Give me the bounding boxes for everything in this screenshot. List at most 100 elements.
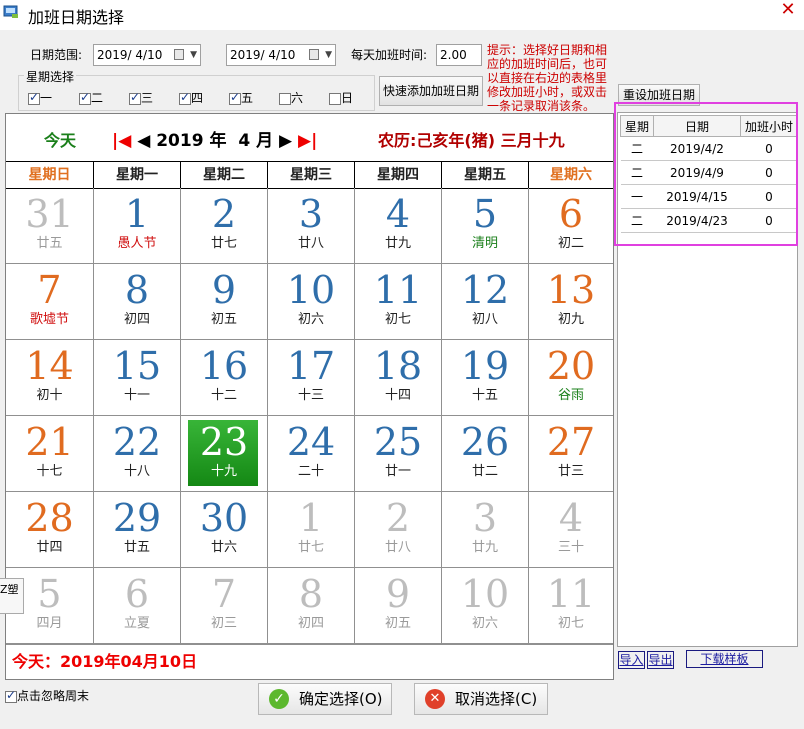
lunar-day: 初八: [471, 312, 498, 327]
day-number: 2: [385, 496, 411, 540]
confirm-button[interactable]: ✓ 确定选择(O): [258, 683, 392, 715]
prev-month-button[interactable]: ◀: [137, 131, 150, 151]
day-cell[interactable]: 2 廿八: [354, 492, 441, 568]
day-cell[interactable]: 1 廿七: [267, 492, 354, 568]
day-cell[interactable]: 4 三十: [528, 492, 613, 568]
ignore-weekend-option[interactable]: 点击忽略周末: [5, 687, 89, 704]
day-cell[interactable]: 22 十八: [93, 416, 180, 492]
calendar-icon: [309, 49, 319, 60]
day-cell[interactable]: 13 初九: [528, 264, 613, 340]
day-cell[interactable]: 4 廿九: [354, 188, 441, 264]
day-number: 6: [558, 192, 584, 236]
weekday-checkbox-thu[interactable]: 四: [179, 89, 203, 106]
day-cell[interactable]: 9 初五: [180, 264, 267, 340]
date-to-picker[interactable]: 2019/ 4/10 ▼: [226, 44, 336, 66]
day-cell[interactable]: 31 廿五: [6, 188, 93, 264]
day-number: 1: [298, 496, 324, 540]
day-cell[interactable]: 9 初五: [354, 568, 441, 644]
weekday-header: 星期六: [528, 162, 613, 188]
checkbox[interactable]: [5, 688, 17, 703]
day-cell[interactable]: 30 廿六: [180, 492, 267, 568]
day-cell[interactable]: 10 初六: [267, 264, 354, 340]
checkbox[interactable]: [179, 90, 191, 105]
last-month-button[interactable]: ▶|: [298, 131, 317, 151]
day-cell[interactable]: 14 初十: [6, 340, 93, 416]
weekday-group-label: 星期选择: [24, 68, 77, 85]
day-cell[interactable]: 17 十三: [267, 340, 354, 416]
day-number: 15: [112, 344, 162, 388]
day-cell[interactable]: 7 歌墟节: [6, 264, 93, 340]
day-number: 9: [211, 268, 237, 312]
cancel-button[interactable]: ✕ 取消选择(C): [414, 683, 548, 715]
weekday-checkbox-label: 一: [40, 91, 53, 105]
year-value: 2019: [156, 131, 204, 151]
day-cell[interactable]: 25 廿一: [354, 416, 441, 492]
day-cell[interactable]: 12 初八: [441, 264, 528, 340]
weekday-checkbox-fri[interactable]: 五: [229, 89, 253, 106]
next-month-button[interactable]: ▶: [279, 131, 292, 151]
lunar-day: 廿八: [297, 236, 324, 251]
day-cell[interactable]: 19 十五: [441, 340, 528, 416]
download-template-link[interactable]: 下载样板: [686, 650, 763, 668]
day-cell[interactable]: 28 廿四: [6, 492, 93, 568]
date-range-label: 日期范围:: [30, 48, 83, 62]
export-link[interactable]: 导出: [647, 651, 674, 669]
import-link[interactable]: 导入: [618, 651, 645, 669]
day-cell[interactable]: 18 十四: [354, 340, 441, 416]
weekday-checkbox-sat[interactable]: 六: [279, 89, 303, 106]
day-number: 29: [112, 496, 162, 540]
day-number: 28: [25, 496, 74, 540]
checkbox[interactable]: [129, 90, 141, 105]
quick-add-button[interactable]: 快速添加加班日期: [379, 76, 483, 106]
day-cell[interactable]: 21 十七: [6, 416, 93, 492]
lunar-day: 立夏: [123, 616, 150, 631]
lunar-day: 二十: [297, 464, 324, 479]
day-number: 31: [25, 192, 74, 236]
day-cell[interactable]: 11 初七: [354, 264, 441, 340]
checkbox[interactable]: [279, 92, 291, 105]
lunar-day: 廿九: [384, 236, 411, 251]
hours-input[interactable]: 2.00: [436, 44, 482, 66]
day-cell[interactable]: 11 初七: [528, 568, 613, 644]
day-cell[interactable]: 20 谷雨: [528, 340, 613, 416]
day-cell[interactable]: 6 初二: [528, 188, 613, 264]
close-button[interactable]: ✕: [772, 0, 804, 20]
day-cell[interactable]: 2 廿七: [180, 188, 267, 264]
today-link[interactable]: 今天: [44, 127, 76, 151]
checkbox[interactable]: [28, 90, 40, 105]
day-cell[interactable]: 6 立夏: [93, 568, 180, 644]
weekday-checkbox-mon[interactable]: 一: [28, 89, 52, 106]
lunar-day: 十五: [471, 388, 498, 403]
day-cell[interactable]: 16 十二: [180, 340, 267, 416]
day-cell[interactable]: 24 二十: [267, 416, 354, 492]
day-number: 7: [37, 268, 62, 312]
weekday-checkbox-sun[interactable]: 日: [329, 89, 353, 106]
day-cell[interactable]: 15 十一: [93, 340, 180, 416]
date-from-picker[interactable]: 2019/ 4/10 ▼: [93, 44, 201, 66]
side-tab[interactable]: Z塑: [0, 578, 24, 614]
day-number: 18: [373, 344, 423, 388]
day-cell[interactable]: 3 廿九: [441, 492, 528, 568]
first-month-button[interactable]: |◀: [112, 131, 131, 151]
day-cell[interactable]: 10 初六: [441, 568, 528, 644]
lunar-day: 初十: [36, 388, 63, 403]
weekday-checkbox-tue[interactable]: 二: [79, 89, 103, 106]
day-cell[interactable]: 23 十九: [180, 416, 267, 492]
day-cell[interactable]: 8 初四: [267, 568, 354, 644]
day-cell[interactable]: 27 廿三: [528, 416, 613, 492]
checkbox[interactable]: [329, 92, 341, 105]
day-cell[interactable]: 8 初四: [93, 264, 180, 340]
lunar-day: 初七: [384, 312, 411, 327]
day-cell[interactable]: 5 清明: [441, 188, 528, 264]
lunar-day: 清明: [471, 236, 498, 251]
checkbox[interactable]: [229, 90, 241, 105]
checkbox[interactable]: [79, 90, 91, 105]
day-cell[interactable]: 26 廿二: [441, 416, 528, 492]
day-cell[interactable]: 1 愚人节: [93, 188, 180, 264]
day-number: 21: [25, 420, 74, 464]
weekday-checkbox-wed[interactable]: 三: [129, 89, 153, 106]
month-unit: 月: [256, 131, 274, 151]
day-cell[interactable]: 3 廿八: [267, 188, 354, 264]
day-cell[interactable]: 7 初三: [180, 568, 267, 644]
day-cell[interactable]: 29 廿五: [93, 492, 180, 568]
